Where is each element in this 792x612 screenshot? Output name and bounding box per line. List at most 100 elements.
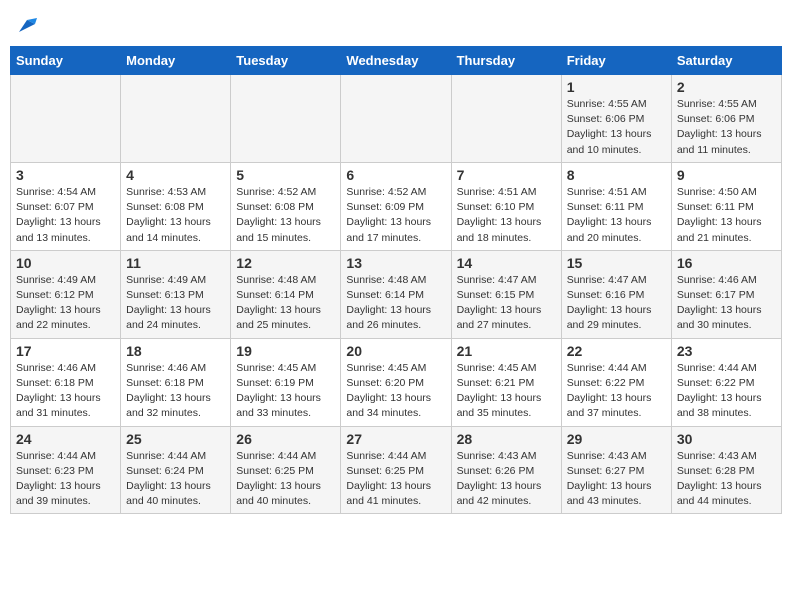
column-header-sunday: Sunday [11,47,121,75]
day-info: Sunrise: 4:50 AM Sunset: 6:11 PM Dayligh… [677,185,776,246]
day-number: 2 [677,79,776,95]
day-cell: 24Sunrise: 4:44 AM Sunset: 6:23 PM Dayli… [11,426,121,514]
day-info: Sunrise: 4:43 AM Sunset: 6:26 PM Dayligh… [457,449,556,510]
day-cell: 28 Sunrise: 4:43 AM Sunset: 6:26 PM Dayli… [451,426,561,514]
day-number: 15 [567,255,666,271]
day-cell: 18Sunrise: 4:46 AM Sunset: 6:18 PM Dayli… [121,338,231,426]
day-info: Sunrise: 4:43 AM Sunset: 6:28 PM Dayligh… [677,449,776,510]
day-cell [11,75,121,163]
day-cell: 12 Sunrise: 4:48 AM Sunset: 6:14 PM Dayli… [231,250,341,338]
day-info: Sunrise: 4:51 AM Sunset: 6:10 PM Dayligh… [457,185,556,246]
day-info: Sunrise: 4:49 AM Sunset: 6:13 PM Dayligh… [126,273,225,334]
day-number: 30 [677,431,776,447]
day-info: Sunrise: 4:48 AM Sunset: 6:14 PM Dayligh… [346,273,445,334]
day-number: 28 [457,431,556,447]
day-number: 27 [346,431,445,447]
day-info: Sunrise: 4:43 AM Sunset: 6:27 PM Dayligh… [567,449,666,510]
day-number: 9 [677,167,776,183]
column-header-friday: Friday [561,47,671,75]
day-cell: 1 Sunrise: 4:55 AM Sunset: 6:06 PM Daylig… [561,75,671,163]
day-cell: 8 Sunrise: 4:51 AM Sunset: 6:11 PM Daylig… [561,162,671,250]
day-cell: 25 Sunrise: 4:44 AM Sunset: 6:24 PM Dayli… [121,426,231,514]
day-number: 18 [126,343,225,359]
day-number: 5 [236,167,335,183]
day-number: 1 [567,79,666,95]
day-cell: 19 Sunrise: 4:45 AM Sunset: 6:19 PM Dayli… [231,338,341,426]
week-row-1: 1 Sunrise: 4:55 AM Sunset: 6:06 PM Daylig… [11,75,782,163]
day-cell: 4Sunrise: 4:53 AM Sunset: 6:08 PM Daylig… [121,162,231,250]
day-number: 23 [677,343,776,359]
day-info: Sunrise: 4:46 AM Sunset: 6:18 PM Dayligh… [16,361,115,422]
day-number: 4 [126,167,225,183]
day-number: 29 [567,431,666,447]
day-info: Sunrise: 4:45 AM Sunset: 6:21 PM Dayligh… [457,361,556,422]
day-info: Sunrise: 4:44 AM Sunset: 6:24 PM Dayligh… [126,449,225,510]
day-cell: 10 Sunrise: 4:49 AM Sunset: 6:12 PM Dayli… [11,250,121,338]
day-info: Sunrise: 4:44 AM Sunset: 6:25 PM Dayligh… [346,449,445,510]
day-info: Sunrise: 4:49 AM Sunset: 6:12 PM Dayligh… [16,273,115,334]
day-info: Sunrise: 4:47 AM Sunset: 6:15 PM Dayligh… [457,273,556,334]
day-cell: 21 Sunrise: 4:45 AM Sunset: 6:21 PM Dayli… [451,338,561,426]
week-row-4: 17 Sunrise: 4:46 AM Sunset: 6:18 PM Dayli… [11,338,782,426]
day-cell: 26 Sunrise: 4:44 AM Sunset: 6:25 PM Dayli… [231,426,341,514]
day-cell [121,75,231,163]
header-row: SundayMondayTuesdayWednesdayThursdayFrid… [11,47,782,75]
day-cell: 11 Sunrise: 4:49 AM Sunset: 6:13 PM Dayli… [121,250,231,338]
calendar-table: SundayMondayTuesdayWednesdayThursdayFrid… [10,46,782,514]
day-number: 6 [346,167,445,183]
calendar-body: 1 Sunrise: 4:55 AM Sunset: 6:06 PM Daylig… [11,75,782,514]
day-cell: 29 Sunrise: 4:43 AM Sunset: 6:27 PM Dayli… [561,426,671,514]
day-info: Sunrise: 4:54 AM Sunset: 6:07 PM Dayligh… [16,185,115,246]
day-number: 21 [457,343,556,359]
day-info: Sunrise: 4:55 AM Sunset: 6:06 PM Dayligh… [567,97,666,158]
day-number: 25 [126,431,225,447]
day-cell: 20Sunrise: 4:45 AM Sunset: 6:20 PM Dayli… [341,338,451,426]
day-info: Sunrise: 4:45 AM Sunset: 6:19 PM Dayligh… [236,361,335,422]
day-number: 26 [236,431,335,447]
week-row-5: 24Sunrise: 4:44 AM Sunset: 6:23 PM Dayli… [11,426,782,514]
day-cell: 5 Sunrise: 4:52 AM Sunset: 6:08 PM Daylig… [231,162,341,250]
day-info: Sunrise: 4:48 AM Sunset: 6:14 PM Dayligh… [236,273,335,334]
day-cell [231,75,341,163]
day-cell: 3Sunrise: 4:54 AM Sunset: 6:07 PM Daylig… [11,162,121,250]
day-number: 17 [16,343,115,359]
day-number: 19 [236,343,335,359]
day-cell: 13Sunrise: 4:48 AM Sunset: 6:14 PM Dayli… [341,250,451,338]
day-cell: 17 Sunrise: 4:46 AM Sunset: 6:18 PM Dayli… [11,338,121,426]
column-header-saturday: Saturday [671,47,781,75]
day-number: 11 [126,255,225,271]
day-cell: 2Sunrise: 4:55 AM Sunset: 6:06 PM Daylig… [671,75,781,163]
day-cell: 27 Sunrise: 4:44 AM Sunset: 6:25 PM Dayli… [341,426,451,514]
day-number: 20 [346,343,445,359]
day-number: 16 [677,255,776,271]
day-cell: 6 Sunrise: 4:52 AM Sunset: 6:09 PM Daylig… [341,162,451,250]
day-info: Sunrise: 4:47 AM Sunset: 6:16 PM Dayligh… [567,273,666,334]
day-number: 8 [567,167,666,183]
logo [14,14,39,38]
day-number: 12 [236,255,335,271]
page-header [10,10,782,38]
day-cell: 7 Sunrise: 4:51 AM Sunset: 6:10 PM Daylig… [451,162,561,250]
day-info: Sunrise: 4:44 AM Sunset: 6:25 PM Dayligh… [236,449,335,510]
day-info: Sunrise: 4:51 AM Sunset: 6:11 PM Dayligh… [567,185,666,246]
day-number: 7 [457,167,556,183]
day-cell: 9 Sunrise: 4:50 AM Sunset: 6:11 PM Daylig… [671,162,781,250]
day-cell: 16 Sunrise: 4:46 AM Sunset: 6:17 PM Dayli… [671,250,781,338]
column-header-monday: Monday [121,47,231,75]
week-row-2: 3Sunrise: 4:54 AM Sunset: 6:07 PM Daylig… [11,162,782,250]
day-info: Sunrise: 4:52 AM Sunset: 6:08 PM Dayligh… [236,185,335,246]
day-cell [451,75,561,163]
column-header-tuesday: Tuesday [231,47,341,75]
day-info: Sunrise: 4:44 AM Sunset: 6:22 PM Dayligh… [677,361,776,422]
day-info: Sunrise: 4:52 AM Sunset: 6:09 PM Dayligh… [346,185,445,246]
column-header-wednesday: Wednesday [341,47,451,75]
day-number: 22 [567,343,666,359]
day-info: Sunrise: 4:44 AM Sunset: 6:22 PM Dayligh… [567,361,666,422]
day-number: 10 [16,255,115,271]
day-cell: 22 Sunrise: 4:44 AM Sunset: 6:22 PM Dayli… [561,338,671,426]
week-row-3: 10 Sunrise: 4:49 AM Sunset: 6:12 PM Dayli… [11,250,782,338]
day-info: Sunrise: 4:46 AM Sunset: 6:17 PM Dayligh… [677,273,776,334]
day-cell: 30 Sunrise: 4:43 AM Sunset: 6:28 PM Dayli… [671,426,781,514]
day-number: 14 [457,255,556,271]
day-number: 24 [16,431,115,447]
